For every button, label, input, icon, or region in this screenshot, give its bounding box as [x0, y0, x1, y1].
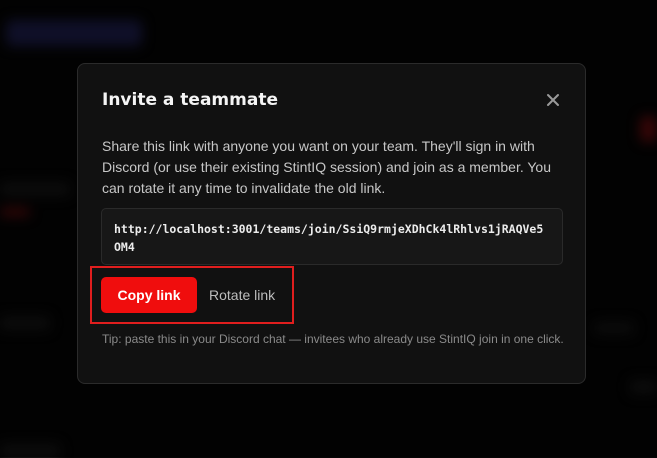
invite-link-field[interactable]: http://localhost:3001/teams/join/SsiQ9rm… — [101, 208, 563, 265]
tip-text: Tip: paste this in your Discord chat — i… — [102, 332, 564, 346]
modal-description: Share this link with anyone you want on … — [102, 138, 551, 196]
modal-title: Invite a teammate — [102, 90, 278, 110]
copy-link-button[interactable]: Copy link — [101, 277, 197, 313]
close-button[interactable] — [543, 90, 563, 110]
invite-modal: Invite a teammate Share this link with a… — [77, 63, 586, 384]
close-icon — [547, 94, 559, 106]
rotate-link-button[interactable]: Rotate link — [203, 277, 281, 313]
